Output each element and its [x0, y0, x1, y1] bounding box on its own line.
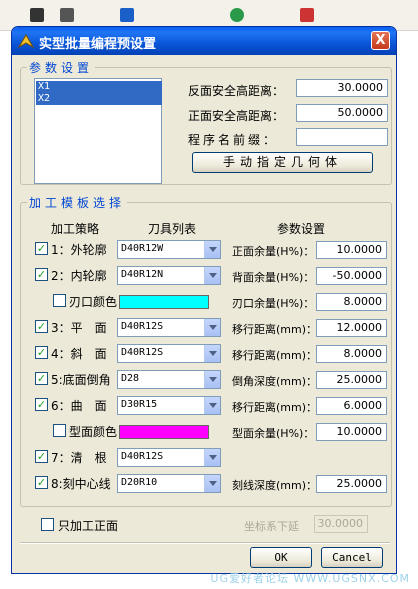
tool-select[interactable]: D40R12S: [117, 318, 221, 337]
surface-checkbox[interactable]: ✓: [35, 398, 48, 411]
dialog-title: 实型批量编程预设置: [39, 37, 157, 52]
chevron-down-icon[interactable]: [204, 371, 220, 388]
param-input[interactable]: 25.0000: [316, 475, 387, 493]
title-bar: 实型批量编程预设置 X: [12, 27, 396, 55]
tool-select[interactable]: D40R12W: [117, 240, 221, 259]
chevron-down-icon[interactable]: [204, 241, 220, 258]
strategy-header: 加工策略: [51, 222, 100, 236]
row-label: 刃口颜色: [69, 295, 118, 309]
preset-dialog: 实型批量编程预设置 X 参数设置 X1 X2 反面安全高距离： 30.0000 …: [11, 26, 397, 574]
centerline-checkbox[interactable]: ✓: [35, 476, 48, 489]
template-group: 加工模板选择 加工策略 刀具列表 参数设置 ✓ 1：外轮廓 D40R12W 正面…: [20, 194, 392, 507]
part-listbox[interactable]: X1 X2: [34, 78, 162, 184]
chevron-down-icon[interactable]: [204, 475, 220, 492]
param-input[interactable]: 10.0000: [316, 423, 387, 441]
coord-offset-label: 坐标系下延: [244, 520, 299, 533]
chevron-down-icon[interactable]: [204, 449, 220, 466]
cancel-button[interactable]: Cancel: [321, 547, 383, 568]
slope-checkbox[interactable]: ✓: [35, 346, 48, 359]
front-only-checkbox[interactable]: [41, 518, 54, 531]
param-input[interactable]: -50.0000: [316, 267, 387, 285]
list-item[interactable]: X1: [36, 81, 162, 93]
params-group-title: 参数设置: [27, 59, 96, 76]
clean-root-checkbox[interactable]: ✓: [35, 450, 48, 463]
chevron-down-icon[interactable]: [204, 267, 220, 284]
toolbar-icon: [120, 8, 134, 22]
param-input[interactable]: 25.0000: [316, 371, 387, 389]
specify-geometry-button[interactable]: 手动指定几何体: [192, 152, 373, 173]
program-prefix-input[interactable]: [296, 128, 388, 146]
param-label: 移行距离(mm)：: [232, 401, 318, 414]
outer-contour-checkbox[interactable]: ✓: [35, 242, 48, 255]
program-prefix-label: 程序名前缀：: [188, 133, 279, 147]
param-label: 正面余量(H%)：: [232, 245, 315, 258]
tools-header: 刀具列表: [148, 222, 197, 236]
toolbar-icon: [300, 8, 314, 22]
toolbar-icon: [60, 8, 74, 22]
chevron-down-icon[interactable]: [204, 345, 220, 362]
tool-select[interactable]: D20R10: [117, 474, 221, 493]
row-label: 型面颜色: [69, 425, 118, 439]
param-label: 背面余量(H%)：: [232, 271, 315, 284]
forum-watermark: UG爱好者论坛 WWW.UGSNX.COM: [210, 572, 410, 585]
coord-offset-input: 30.0000: [314, 515, 368, 533]
row-label: 8:刻中心线: [51, 477, 111, 491]
close-icon: X: [375, 33, 386, 48]
param-input[interactable]: 8.0000: [316, 345, 387, 363]
tool-select[interactable]: D30R15: [117, 396, 221, 415]
row-label: 7：清 根: [51, 451, 107, 465]
tool-select[interactable]: D40R12S: [117, 344, 221, 363]
param-label: 移行距离(mm)：: [232, 349, 318, 362]
param-input[interactable]: 8.0000: [316, 293, 387, 311]
front-safe-height-input[interactable]: 50.0000: [296, 104, 388, 122]
params-header: 参数设置: [277, 222, 326, 236]
row-label: 6：曲 面: [51, 399, 107, 413]
param-label: 刻线深度(mm)：: [232, 479, 318, 492]
row-label: 3：平 面: [51, 321, 107, 335]
tool-select[interactable]: D40R12N: [117, 266, 221, 285]
params-group: 参数设置 X1 X2 反面安全高距离： 30.0000 正面安全高距离： 50.…: [20, 59, 392, 185]
param-input[interactable]: 6.0000: [316, 397, 387, 415]
close-button[interactable]: X: [371, 31, 390, 50]
row-label: 2：内轮廓: [51, 269, 107, 283]
list-item[interactable]: X2: [36, 93, 162, 105]
tool-select[interactable]: D28: [117, 370, 221, 389]
profile-color-swatch[interactable]: [119, 425, 209, 439]
chevron-down-icon[interactable]: [204, 319, 220, 336]
back-safe-height-input[interactable]: 30.0000: [296, 79, 388, 97]
param-input[interactable]: 10.0000: [316, 241, 387, 259]
row-label: 1：外轮廓: [51, 243, 107, 257]
template-group-title: 加工模板选择: [27, 194, 128, 211]
param-label: 倒角深度(mm)：: [232, 375, 318, 388]
ok-button[interactable]: OK: [250, 547, 312, 568]
separator: [20, 542, 390, 544]
back-safe-height-label: 反面安全高距离：: [188, 84, 285, 98]
row-label: 5:底面倒角: [51, 373, 111, 387]
app-icon: [18, 34, 34, 49]
chevron-down-icon[interactable]: [204, 397, 220, 414]
param-label: 刃口余量(H%)：: [232, 297, 315, 310]
profile-color-checkbox[interactable]: [53, 424, 66, 437]
edge-color-swatch[interactable]: [119, 295, 209, 309]
param-label: 型面余量(H%)：: [232, 427, 315, 440]
param-input[interactable]: 12.0000: [316, 319, 387, 337]
inner-contour-checkbox[interactable]: ✓: [35, 268, 48, 281]
edge-color-checkbox[interactable]: [53, 294, 66, 307]
bottom-chamfer-checkbox[interactable]: ✓: [35, 372, 48, 385]
front-only-label: 只加工正面: [58, 519, 119, 533]
toolbar-icon: [30, 8, 44, 22]
row-label: 4：斜 面: [51, 347, 107, 361]
plane-checkbox[interactable]: ✓: [35, 320, 48, 333]
tool-select[interactable]: D40R12S: [117, 448, 221, 467]
toolbar-icon: [230, 8, 244, 22]
front-safe-height-label: 正面安全高距离：: [188, 109, 285, 123]
param-label: 移行距离(mm)：: [232, 323, 318, 336]
